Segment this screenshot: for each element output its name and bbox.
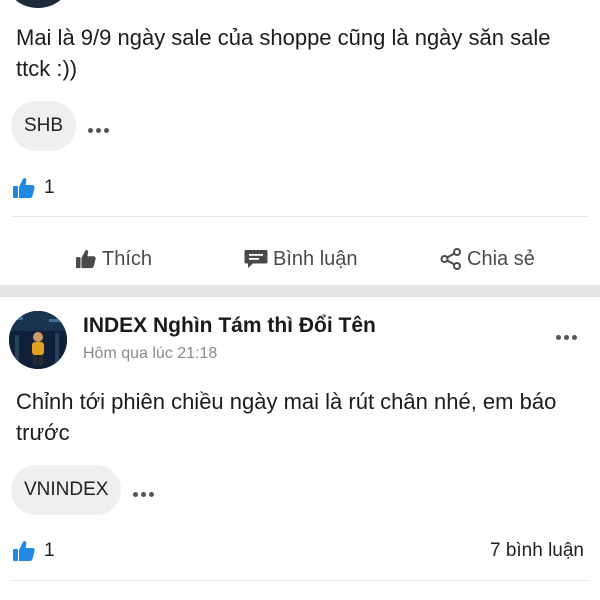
divider: [12, 216, 588, 217]
tag-row: SHB: [11, 101, 112, 151]
tag-row: VNINDEX: [11, 465, 157, 515]
like-label: Thích: [102, 247, 153, 270]
comment-label: Bình luận: [273, 247, 358, 270]
avatar[interactable]: [9, 311, 67, 369]
share-button[interactable]: Chia sẻ: [440, 248, 535, 271]
reaction-row: 1: [12, 174, 584, 202]
post-text: Chỉnh tới phiên chiều ngày mai là rút ch…: [16, 389, 557, 445]
more-icon[interactable]: [556, 322, 580, 344]
tag-chip[interactable]: SHB: [11, 101, 77, 151]
divider: [12, 580, 588, 581]
comment-count[interactable]: 7 bình luận: [490, 540, 584, 562]
share-icon: [440, 248, 461, 270]
post-text: Mai là 9/9 ngày sale của shoppe cũng là …: [16, 25, 551, 81]
thumbs-up-icon[interactable]: [12, 177, 36, 199]
post-timestamp[interactable]: Hôm qua lúc 21:18: [83, 345, 217, 363]
like-button[interactable]: Thích: [75, 248, 152, 271]
more-icon[interactable]: [88, 115, 112, 137]
post-card: INDEX Nghìn Tám thì Đổi Tên Hôm qua lúc …: [0, 297, 600, 600]
thumbs-up-icon: [76, 250, 96, 269]
action-bar: Thích Bình luận Chia sẻ: [0, 244, 600, 274]
post-card: Mai là 9/9 ngày sale của shoppe cũng là …: [0, 0, 600, 285]
thumbs-up-icon[interactable]: [12, 540, 36, 562]
comment-button[interactable]: Bình luận: [244, 248, 358, 271]
reaction-count[interactable]: 1: [44, 177, 55, 199]
tag-chip[interactable]: VNINDEX: [11, 465, 122, 515]
post-separator: [0, 285, 600, 297]
more-icon[interactable]: [133, 479, 157, 501]
reaction-count[interactable]: 1: [44, 540, 55, 562]
reaction-row: 1 7 bình luận: [12, 537, 584, 565]
avatar[interactable]: [8, 0, 68, 8]
speech-bubble-icon: [244, 250, 268, 268]
share-label: Chia sẻ: [467, 247, 535, 270]
author-name[interactable]: INDEX Nghìn Tám thì Đổi Tên: [83, 314, 376, 338]
